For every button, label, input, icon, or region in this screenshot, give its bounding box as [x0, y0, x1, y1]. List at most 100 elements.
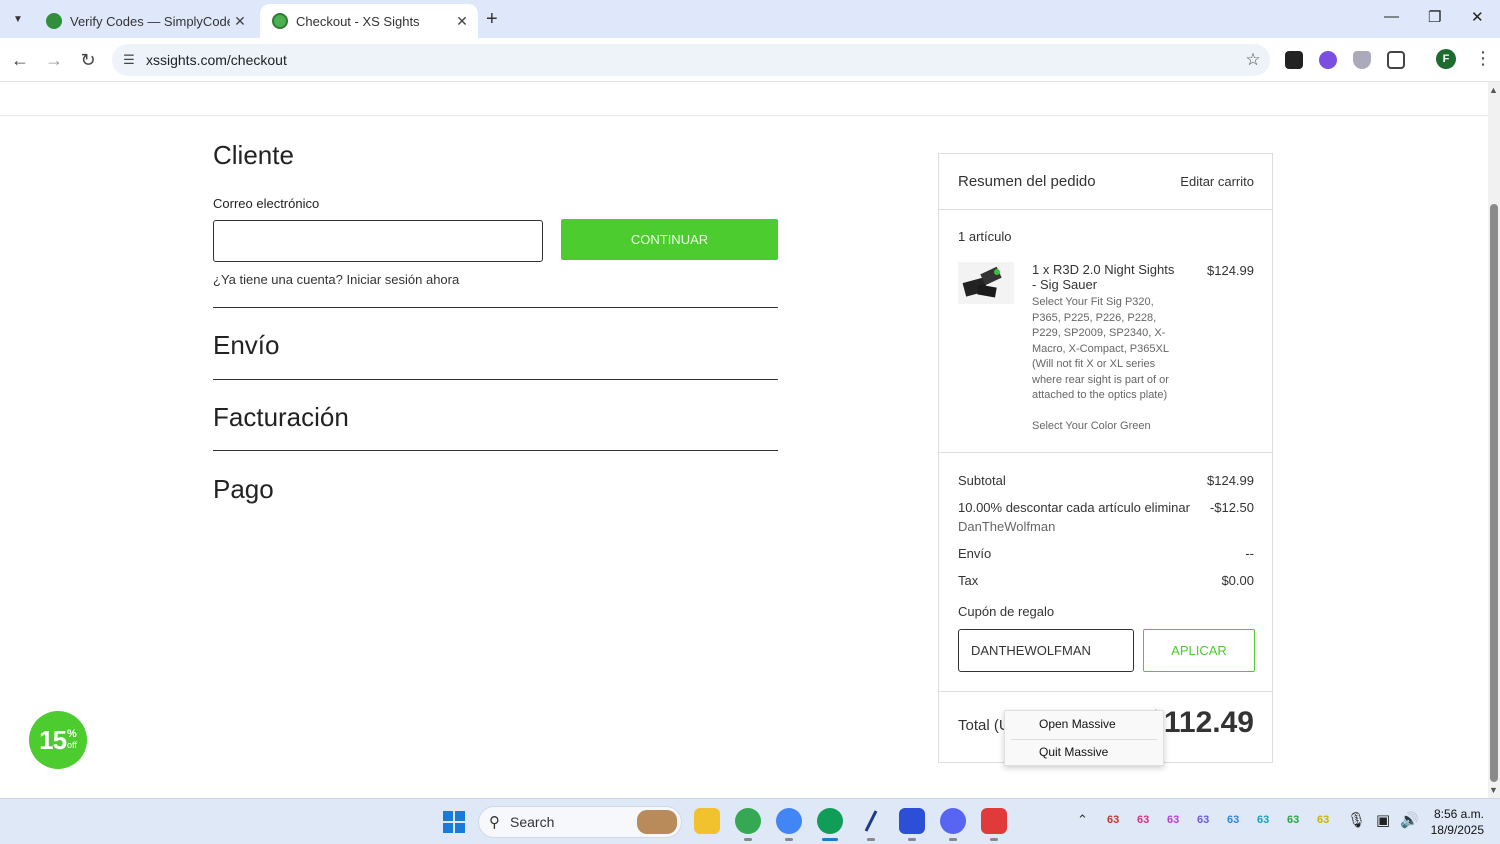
- tab-simplycodes[interactable]: Verify Codes — SimplyCodes ✕: [34, 4, 256, 38]
- order-summary: Resumen del pedido Editar carrito 1 artí…: [938, 153, 1273, 763]
- browser-toolbar: ← → ↻ ☰ xssights.com/checkout ☆ F ⋮: [0, 38, 1500, 82]
- search-icon: ⚲: [489, 814, 500, 831]
- back-arrow-icon[interactable]: ←: [8, 48, 32, 72]
- shield-extension-icon[interactable]: [1353, 51, 1371, 69]
- tray-counter[interactable]: 63: [1197, 814, 1209, 826]
- badge-off: off: [67, 740, 77, 750]
- close-tab-icon[interactable]: ✕: [452, 13, 472, 30]
- scrollbar-thumb[interactable]: [1490, 204, 1498, 782]
- tray-context-menu: Open Massive Quit Massive: [1004, 710, 1164, 766]
- quit-massive-menu-item[interactable]: Quit Massive: [1039, 745, 1108, 759]
- restore-icon[interactable]: ❐: [1428, 8, 1441, 26]
- subtotal-label: Subtotal: [958, 473, 1006, 488]
- address-bar[interactable]: ☰ xssights.com/checkout ☆: [112, 44, 1270, 76]
- menu-kebab-icon[interactable]: ⋮: [1474, 48, 1492, 69]
- close-window-icon[interactable]: ✕: [1471, 8, 1484, 26]
- network-icon[interactable]: ▣: [1376, 811, 1390, 829]
- summary-title: Resumen del pedido: [958, 173, 1096, 190]
- tax-label: Tax: [958, 573, 979, 588]
- feather-app-icon[interactable]: [858, 808, 884, 834]
- tray-counter[interactable]: 63: [1227, 814, 1239, 826]
- section-divider: [213, 450, 778, 451]
- chrome-profile-icon[interactable]: [735, 808, 761, 834]
- taskbar-search[interactable]: ⚲ Search: [478, 806, 682, 838]
- summary-divider: [939, 452, 1272, 453]
- minimize-icon[interactable]: —: [1384, 8, 1399, 25]
- tray-counter[interactable]: 63: [1287, 814, 1299, 826]
- tab-xs-sights[interactable]: Checkout - XS Sights ✕: [260, 4, 478, 38]
- open-massive-menu-item[interactable]: Open Massive: [1039, 717, 1116, 731]
- file-explorer-icon[interactable]: [694, 808, 720, 834]
- billing-heading: Facturación: [213, 402, 349, 432]
- extension-icon[interactable]: [1319, 51, 1337, 69]
- item-count: 1 artículo: [958, 229, 1012, 244]
- chrome-profile-icon[interactable]: [776, 808, 802, 834]
- vpn-app-icon[interactable]: [899, 808, 925, 834]
- show-hidden-icons-chevron-icon[interactable]: ⌃: [1077, 812, 1088, 828]
- forward-arrow-icon[interactable]: →: [42, 48, 66, 72]
- scroll-up-icon[interactable]: ▲: [1489, 85, 1498, 95]
- header-divider: [0, 115, 1488, 116]
- clock-date: 18/9/2025: [1430, 823, 1484, 837]
- continue-button[interactable]: CONTINUAR: [561, 219, 778, 260]
- discount-badge[interactable]: 15 % off: [29, 711, 87, 769]
- running-indicator: [990, 838, 998, 841]
- running-indicator: [744, 838, 752, 841]
- badge-percent-sign: %: [67, 728, 77, 740]
- extension-icon[interactable]: [1285, 51, 1303, 69]
- taskbar-clock[interactable]: 8:56 a.m. 18/9/2025: [1428, 806, 1484, 838]
- section-divider: [213, 379, 778, 380]
- puzzle-extensions-icon[interactable]: [1387, 51, 1405, 69]
- tab-search-button[interactable]: ▼: [6, 8, 30, 30]
- subtotal-value: $124.99: [1207, 473, 1254, 488]
- search-highlight-icon: [637, 810, 677, 834]
- running-indicator: [867, 838, 875, 841]
- scroll-down-icon[interactable]: ▼: [1489, 785, 1498, 795]
- clock-time: 8:56 a.m.: [1433, 807, 1484, 821]
- tax-value: $0.00: [1221, 573, 1254, 588]
- tab-title: Verify Codes — SimplyCodes: [70, 13, 230, 29]
- running-indicator: [908, 838, 916, 841]
- total-label: Total (U: [958, 717, 1010, 734]
- summary-divider: [939, 691, 1272, 692]
- tray-counter[interactable]: 63: [1137, 814, 1149, 826]
- windows-start-icon[interactable]: [443, 811, 465, 833]
- new-tab-icon[interactable]: +: [486, 8, 498, 31]
- close-tab-icon[interactable]: ✕: [230, 13, 250, 30]
- item-option-fit: Select Your Fit Sig P320, P365, P225, P2…: [1032, 296, 1169, 401]
- page-scrollbar[interactable]: ▲ ▼: [1488, 82, 1500, 798]
- customer-heading: Cliente: [213, 140, 294, 170]
- login-link[interactable]: Iniciar sesión ahora: [346, 272, 459, 287]
- reload-icon[interactable]: ↻: [76, 48, 100, 72]
- chrome-active-icon[interactable]: [817, 808, 843, 834]
- email-label: Correo electrónico: [213, 196, 320, 211]
- profile-avatar[interactable]: F: [1436, 49, 1456, 69]
- login-prompt: ¿Ya tiene una cuenta? Iniciar sesión aho…: [213, 272, 459, 287]
- bookmark-star-icon[interactable]: ☆: [1236, 50, 1270, 70]
- item-option-color: Select Your Color Green: [1032, 420, 1151, 432]
- discount-label: 10.00% descontar cada artículo eliminar: [958, 500, 1190, 515]
- red-app-icon[interactable]: [981, 808, 1007, 834]
- coupon-label: Cupón de regalo: [958, 604, 1055, 619]
- discord-icon[interactable]: [940, 808, 966, 834]
- url-text[interactable]: xssights.com/checkout: [146, 52, 1236, 68]
- apply-coupon-button[interactable]: APLICAR: [1143, 629, 1255, 672]
- tab-strip: ▼ Verify Codes — SimplyCodes ✕ Checkout …: [0, 0, 1500, 38]
- volume-icon[interactable]: 🔊: [1400, 811, 1419, 829]
- tray-counter[interactable]: 63: [1257, 814, 1269, 826]
- discount-code: DanTheWolfman: [958, 519, 1056, 534]
- coupon-input[interactable]: DANTHEWOLFMAN: [958, 629, 1134, 672]
- item-name: 1 x R3D 2.0 Night Sights - Sig Sauer: [1032, 262, 1175, 292]
- discount-value: -$12.50: [1209, 500, 1254, 515]
- running-indicator: [949, 838, 957, 841]
- tray-counter[interactable]: 63: [1167, 814, 1179, 826]
- edit-cart-link[interactable]: Editar carrito: [1180, 174, 1254, 189]
- tray-counter[interactable]: 63: [1317, 814, 1329, 826]
- email-field[interactable]: [213, 220, 543, 262]
- tray-counter[interactable]: 63: [1107, 814, 1119, 826]
- site-info-icon[interactable]: ☰: [112, 52, 146, 68]
- microphone-icon[interactable]: 🎙: [1347, 811, 1366, 829]
- login-prompt-text: ¿Ya tiene una cuenta?: [213, 272, 343, 287]
- summary-header: Resumen del pedido Editar carrito: [939, 154, 1272, 210]
- running-indicator: [785, 838, 793, 841]
